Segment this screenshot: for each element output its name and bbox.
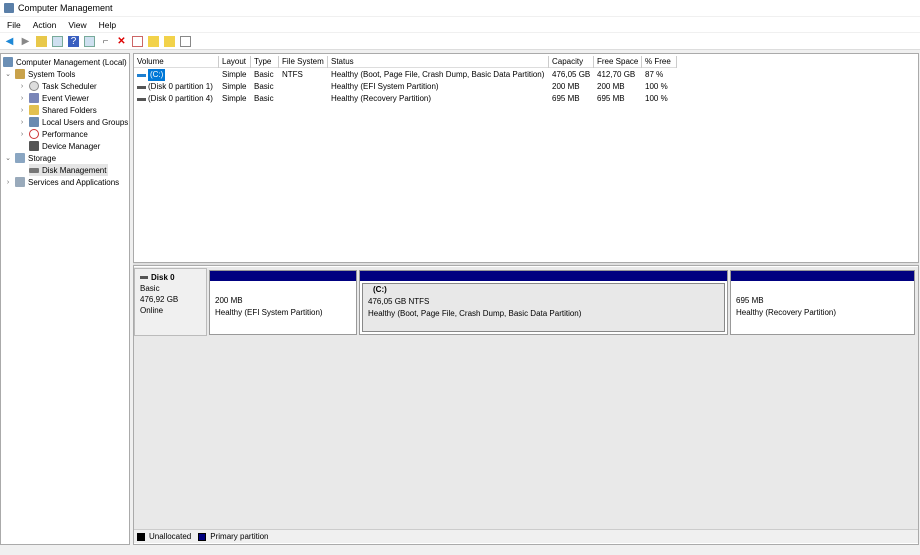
tree-local-users[interactable]: › Local Users and Groups <box>18 116 128 128</box>
disk-icon <box>140 276 148 279</box>
tree-system-tools[interactable]: ⌄ System Tools <box>4 68 75 80</box>
table-row[interactable]: (Disk 0 partition 1) Simple Basic Health… <box>134 81 677 93</box>
primary-partition-bar <box>731 271 914 281</box>
menu-help[interactable]: Help <box>99 20 116 30</box>
device-manager-icon <box>29 141 39 151</box>
column-status[interactable]: Status <box>328 56 549 68</box>
tree-services[interactable]: › Services and Applications <box>4 176 119 188</box>
tree-shared-folders[interactable]: › Shared Folders <box>18 104 97 116</box>
forward-icon[interactable]: ▶ <box>20 36 31 47</box>
new-icon[interactable] <box>148 35 159 47</box>
connect-icon[interactable]: ⌐ <box>100 36 111 47</box>
partition-efi[interactable]: 200 MB Healthy (EFI System Partition) <box>209 270 357 335</box>
volume-icon <box>137 85 146 89</box>
chevron-right-icon[interactable]: › <box>18 107 26 114</box>
menu-view[interactable]: View <box>68 20 86 30</box>
column-file-system[interactable]: File System <box>279 56 328 68</box>
table-header: Volume Layout Type File System Status Ca… <box>134 56 677 68</box>
delete-icon[interactable]: ✕ <box>116 36 127 47</box>
column-free-space[interactable]: Free Space <box>594 56 642 68</box>
table-row[interactable]: (C:) Simple Basic NTFS Healthy (Boot, Pa… <box>134 69 677 81</box>
window-title: Computer Management <box>18 3 113 13</box>
partition-recovery[interactable]: 695 MB Healthy (Recovery Partition) <box>730 270 915 335</box>
chevron-down-icon[interactable]: ⌄ <box>4 154 12 162</box>
tree-task-scheduler[interactable]: › Task Scheduler <box>18 80 97 92</box>
column-capacity[interactable]: Capacity <box>549 56 594 68</box>
tree-device-manager[interactable]: Device Manager <box>29 140 100 152</box>
chevron-down-icon[interactable]: ⌄ <box>4 70 12 78</box>
menu-bar: File Action View Help <box>0 17 920 32</box>
clock-icon <box>29 81 39 91</box>
help-icon[interactable]: ? <box>68 35 79 47</box>
users-icon <box>29 117 39 127</box>
column-type[interactable]: Type <box>251 56 279 68</box>
performance-icon <box>29 129 39 139</box>
volume-icon <box>137 97 146 101</box>
chevron-right-icon[interactable]: › <box>4 179 12 186</box>
chevron-right-icon[interactable]: › <box>18 131 26 138</box>
chevron-right-icon[interactable]: › <box>18 83 26 90</box>
column-layout[interactable]: Layout <box>219 56 251 68</box>
primary-partition-bar <box>210 271 356 281</box>
volume-icon <box>137 73 146 77</box>
storage-icon <box>15 153 25 163</box>
disk-0-label[interactable]: Disk 0 Basic 476,92 GB Online <box>134 268 207 336</box>
show-hide-tree-icon[interactable] <box>52 35 63 47</box>
chevron-right-icon[interactable]: › <box>18 95 26 102</box>
unallocated-swatch <box>137 532 145 541</box>
up-icon[interactable] <box>36 35 47 47</box>
computer-icon <box>3 57 13 67</box>
tools-icon <box>15 69 25 79</box>
column-volume[interactable]: Volume <box>134 56 219 68</box>
tree-event-viewer[interactable]: › Event Viewer <box>18 92 89 104</box>
primary-partition-bar <box>360 271 727 281</box>
search-icon[interactable] <box>164 35 175 47</box>
primary-swatch <box>198 532 207 541</box>
shared-folder-icon <box>29 105 39 115</box>
chevron-right-icon[interactable]: › <box>18 119 26 126</box>
title-bar: Computer Management <box>0 0 920 16</box>
legend: Unallocated Primary partition <box>134 529 918 543</box>
tree-storage[interactable]: ⌄ Storage <box>4 152 56 164</box>
tree-disk-management[interactable]: Disk Management <box>29 164 109 176</box>
disk-icon <box>29 167 39 173</box>
view-icon[interactable] <box>84 35 95 47</box>
partition-c[interactable]: (C:) 476,05 GB NTFS Healthy (Boot, Page Fi… <box>359 270 728 335</box>
list-icon[interactable] <box>180 35 191 47</box>
tree-root[interactable]: Computer Management (Local) <box>3 56 127 68</box>
table-row[interactable]: (Disk 0 partition 4) Simple Basic Health… <box>134 93 677 105</box>
toolbar: ◀ ▶ ? ⌐ ✕ <box>0 33 920 50</box>
navigation-tree: Computer Management (Local) ⌄ System Tool… <box>0 53 130 545</box>
computer-management-icon <box>4 3 14 13</box>
event-viewer-icon <box>29 93 39 103</box>
pane-splitter[interactable] <box>133 262 919 266</box>
status-bar <box>0 546 920 555</box>
menu-file[interactable]: File <box>7 20 21 30</box>
column-percent-free[interactable]: % Free <box>642 56 677 68</box>
properties-icon[interactable] <box>132 35 143 47</box>
tree-performance[interactable]: › Performance <box>18 128 88 140</box>
menu-action[interactable]: Action <box>33 20 57 30</box>
back-icon[interactable]: ◀ <box>4 36 15 47</box>
services-icon <box>15 177 25 187</box>
